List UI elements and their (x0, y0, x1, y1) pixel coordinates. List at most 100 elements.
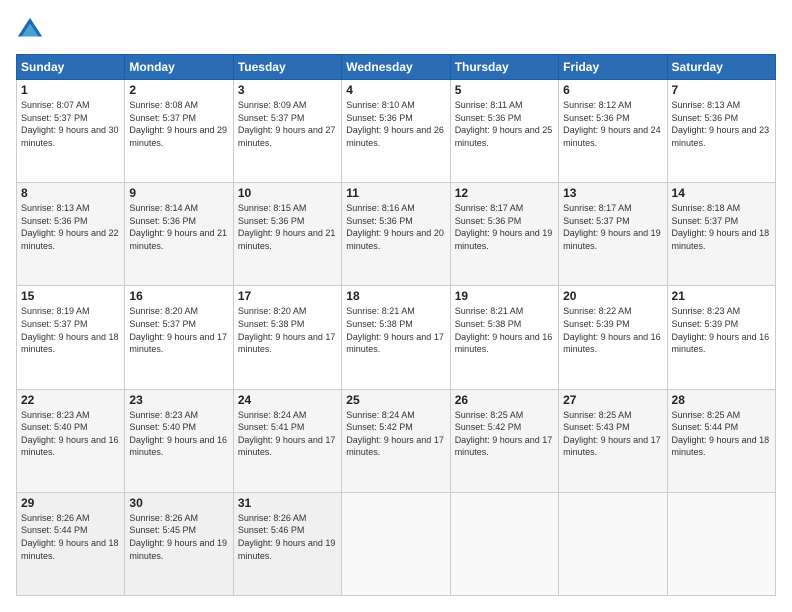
day-number: 17 (238, 289, 337, 303)
day-number: 15 (21, 289, 120, 303)
col-header-monday: Monday (125, 55, 233, 80)
day-info: Sunrise: 8:25 AM Sunset: 5:43 PM Dayligh… (563, 409, 662, 459)
col-header-saturday: Saturday (667, 55, 775, 80)
day-info: Sunrise: 8:13 AM Sunset: 5:36 PM Dayligh… (672, 99, 771, 149)
calendar-cell: 29 Sunrise: 8:26 AM Sunset: 5:44 PM Dayl… (17, 492, 125, 595)
day-info: Sunrise: 8:20 AM Sunset: 5:38 PM Dayligh… (238, 305, 337, 355)
calendar-cell: 9 Sunrise: 8:14 AM Sunset: 5:36 PM Dayli… (125, 183, 233, 286)
calendar-cell: 21 Sunrise: 8:23 AM Sunset: 5:39 PM Dayl… (667, 286, 775, 389)
day-number: 24 (238, 393, 337, 407)
day-info: Sunrise: 8:24 AM Sunset: 5:42 PM Dayligh… (346, 409, 445, 459)
day-number: 21 (672, 289, 771, 303)
calendar-week-1: 1 Sunrise: 8:07 AM Sunset: 5:37 PM Dayli… (17, 80, 776, 183)
day-info: Sunrise: 8:26 AM Sunset: 5:45 PM Dayligh… (129, 512, 228, 562)
day-info: Sunrise: 8:25 AM Sunset: 5:44 PM Dayligh… (672, 409, 771, 459)
calendar-cell: 24 Sunrise: 8:24 AM Sunset: 5:41 PM Dayl… (233, 389, 341, 492)
day-number: 9 (129, 186, 228, 200)
calendar-cell: 8 Sunrise: 8:13 AM Sunset: 5:36 PM Dayli… (17, 183, 125, 286)
calendar-cell: 26 Sunrise: 8:25 AM Sunset: 5:42 PM Dayl… (450, 389, 558, 492)
day-info: Sunrise: 8:20 AM Sunset: 5:37 PM Dayligh… (129, 305, 228, 355)
day-info: Sunrise: 8:14 AM Sunset: 5:36 PM Dayligh… (129, 202, 228, 252)
calendar-cell: 12 Sunrise: 8:17 AM Sunset: 5:36 PM Dayl… (450, 183, 558, 286)
day-number: 23 (129, 393, 228, 407)
day-info: Sunrise: 8:17 AM Sunset: 5:36 PM Dayligh… (455, 202, 554, 252)
day-info: Sunrise: 8:21 AM Sunset: 5:38 PM Dayligh… (346, 305, 445, 355)
calendar-cell: 1 Sunrise: 8:07 AM Sunset: 5:37 PM Dayli… (17, 80, 125, 183)
day-info: Sunrise: 8:07 AM Sunset: 5:37 PM Dayligh… (21, 99, 120, 149)
col-header-wednesday: Wednesday (342, 55, 450, 80)
day-info: Sunrise: 8:08 AM Sunset: 5:37 PM Dayligh… (129, 99, 228, 149)
calendar-cell: 25 Sunrise: 8:24 AM Sunset: 5:42 PM Dayl… (342, 389, 450, 492)
calendar-cell (559, 492, 667, 595)
day-number: 16 (129, 289, 228, 303)
day-number: 2 (129, 83, 228, 97)
day-info: Sunrise: 8:26 AM Sunset: 5:46 PM Dayligh… (238, 512, 337, 562)
day-number: 1 (21, 83, 120, 97)
day-info: Sunrise: 8:23 AM Sunset: 5:39 PM Dayligh… (672, 305, 771, 355)
day-number: 13 (563, 186, 662, 200)
day-number: 22 (21, 393, 120, 407)
day-number: 29 (21, 496, 120, 510)
col-header-sunday: Sunday (17, 55, 125, 80)
calendar-week-4: 22 Sunrise: 8:23 AM Sunset: 5:40 PM Dayl… (17, 389, 776, 492)
calendar-cell: 5 Sunrise: 8:11 AM Sunset: 5:36 PM Dayli… (450, 80, 558, 183)
calendar-cell: 11 Sunrise: 8:16 AM Sunset: 5:36 PM Dayl… (342, 183, 450, 286)
calendar-cell: 13 Sunrise: 8:17 AM Sunset: 5:37 PM Dayl… (559, 183, 667, 286)
day-info: Sunrise: 8:19 AM Sunset: 5:37 PM Dayligh… (21, 305, 120, 355)
day-info: Sunrise: 8:12 AM Sunset: 5:36 PM Dayligh… (563, 99, 662, 149)
calendar-header-row: SundayMondayTuesdayWednesdayThursdayFrid… (17, 55, 776, 80)
calendar-cell: 27 Sunrise: 8:25 AM Sunset: 5:43 PM Dayl… (559, 389, 667, 492)
calendar-cell: 19 Sunrise: 8:21 AM Sunset: 5:38 PM Dayl… (450, 286, 558, 389)
day-number: 20 (563, 289, 662, 303)
header (16, 16, 776, 44)
calendar-cell: 18 Sunrise: 8:21 AM Sunset: 5:38 PM Dayl… (342, 286, 450, 389)
day-number: 7 (672, 83, 771, 97)
day-number: 30 (129, 496, 228, 510)
calendar-cell: 31 Sunrise: 8:26 AM Sunset: 5:46 PM Dayl… (233, 492, 341, 595)
calendar-table: SundayMondayTuesdayWednesdayThursdayFrid… (16, 54, 776, 596)
calendar-cell: 22 Sunrise: 8:23 AM Sunset: 5:40 PM Dayl… (17, 389, 125, 492)
day-number: 31 (238, 496, 337, 510)
day-info: Sunrise: 8:15 AM Sunset: 5:36 PM Dayligh… (238, 202, 337, 252)
day-number: 19 (455, 289, 554, 303)
day-info: Sunrise: 8:10 AM Sunset: 5:36 PM Dayligh… (346, 99, 445, 149)
day-info: Sunrise: 8:24 AM Sunset: 5:41 PM Dayligh… (238, 409, 337, 459)
calendar-cell: 14 Sunrise: 8:18 AM Sunset: 5:37 PM Dayl… (667, 183, 775, 286)
day-number: 10 (238, 186, 337, 200)
day-info: Sunrise: 8:23 AM Sunset: 5:40 PM Dayligh… (129, 409, 228, 459)
day-info: Sunrise: 8:11 AM Sunset: 5:36 PM Dayligh… (455, 99, 554, 149)
day-info: Sunrise: 8:13 AM Sunset: 5:36 PM Dayligh… (21, 202, 120, 252)
day-info: Sunrise: 8:23 AM Sunset: 5:40 PM Dayligh… (21, 409, 120, 459)
calendar-cell (450, 492, 558, 595)
col-header-friday: Friday (559, 55, 667, 80)
calendar-cell: 15 Sunrise: 8:19 AM Sunset: 5:37 PM Dayl… (17, 286, 125, 389)
day-number: 3 (238, 83, 337, 97)
col-header-thursday: Thursday (450, 55, 558, 80)
day-number: 26 (455, 393, 554, 407)
calendar-cell: 16 Sunrise: 8:20 AM Sunset: 5:37 PM Dayl… (125, 286, 233, 389)
col-header-tuesday: Tuesday (233, 55, 341, 80)
page: SundayMondayTuesdayWednesdayThursdayFrid… (0, 0, 792, 612)
day-number: 8 (21, 186, 120, 200)
calendar-cell: 10 Sunrise: 8:15 AM Sunset: 5:36 PM Dayl… (233, 183, 341, 286)
day-info: Sunrise: 8:18 AM Sunset: 5:37 PM Dayligh… (672, 202, 771, 252)
day-info: Sunrise: 8:25 AM Sunset: 5:42 PM Dayligh… (455, 409, 554, 459)
calendar-cell (667, 492, 775, 595)
logo (16, 16, 48, 44)
calendar-cell (342, 492, 450, 595)
day-info: Sunrise: 8:17 AM Sunset: 5:37 PM Dayligh… (563, 202, 662, 252)
calendar-cell: 17 Sunrise: 8:20 AM Sunset: 5:38 PM Dayl… (233, 286, 341, 389)
day-number: 14 (672, 186, 771, 200)
day-number: 6 (563, 83, 662, 97)
calendar-week-3: 15 Sunrise: 8:19 AM Sunset: 5:37 PM Dayl… (17, 286, 776, 389)
day-number: 5 (455, 83, 554, 97)
calendar-cell: 20 Sunrise: 8:22 AM Sunset: 5:39 PM Dayl… (559, 286, 667, 389)
calendar-cell: 4 Sunrise: 8:10 AM Sunset: 5:36 PM Dayli… (342, 80, 450, 183)
calendar-cell: 28 Sunrise: 8:25 AM Sunset: 5:44 PM Dayl… (667, 389, 775, 492)
day-number: 12 (455, 186, 554, 200)
calendar-cell: 30 Sunrise: 8:26 AM Sunset: 5:45 PM Dayl… (125, 492, 233, 595)
day-number: 11 (346, 186, 445, 200)
day-number: 18 (346, 289, 445, 303)
calendar-week-2: 8 Sunrise: 8:13 AM Sunset: 5:36 PM Dayli… (17, 183, 776, 286)
calendar-cell: 3 Sunrise: 8:09 AM Sunset: 5:37 PM Dayli… (233, 80, 341, 183)
